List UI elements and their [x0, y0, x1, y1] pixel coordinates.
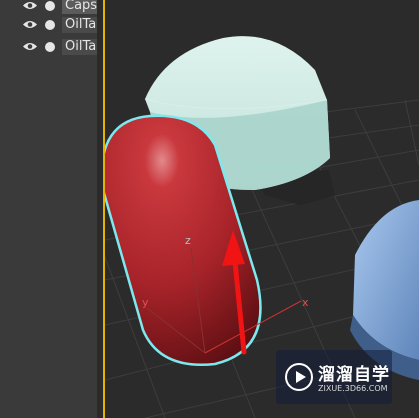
gizmo-x-label: x	[302, 296, 309, 309]
watermark-title: 溜溜自学	[318, 365, 390, 385]
freeze-dot-icon[interactable]	[45, 20, 55, 30]
visibility-eye-icon[interactable]	[22, 19, 38, 30]
scene-item-oiltank-1[interactable]: OilTa	[0, 15, 100, 35]
freeze-dot-icon[interactable]	[45, 1, 55, 11]
watermark-url: ZIXUE.3D66.COM	[318, 384, 388, 393]
freeze-dot-icon[interactable]	[45, 42, 55, 52]
watermark-badge: 溜溜自学 ZIXUE.3D66.COM	[276, 350, 392, 404]
scene-item-capsule[interactable]: Caps	[0, 0, 100, 16]
scene-item-label[interactable]: OilTa	[62, 39, 100, 55]
scene-explorer-panel: Caps OilTa OilTa	[0, 0, 100, 418]
gizmo-z-label: z	[185, 234, 191, 247]
gizmo-y-label: y	[142, 296, 149, 309]
scene-item-oiltank-2[interactable]: OilTa	[0, 37, 100, 57]
scene-item-label[interactable]: Caps	[62, 0, 100, 14]
visibility-eye-icon[interactable]	[22, 41, 38, 52]
visibility-eye-icon[interactable]	[22, 0, 38, 11]
scene-item-label[interactable]: OilTa	[62, 17, 100, 33]
play-logo-icon	[285, 363, 313, 391]
